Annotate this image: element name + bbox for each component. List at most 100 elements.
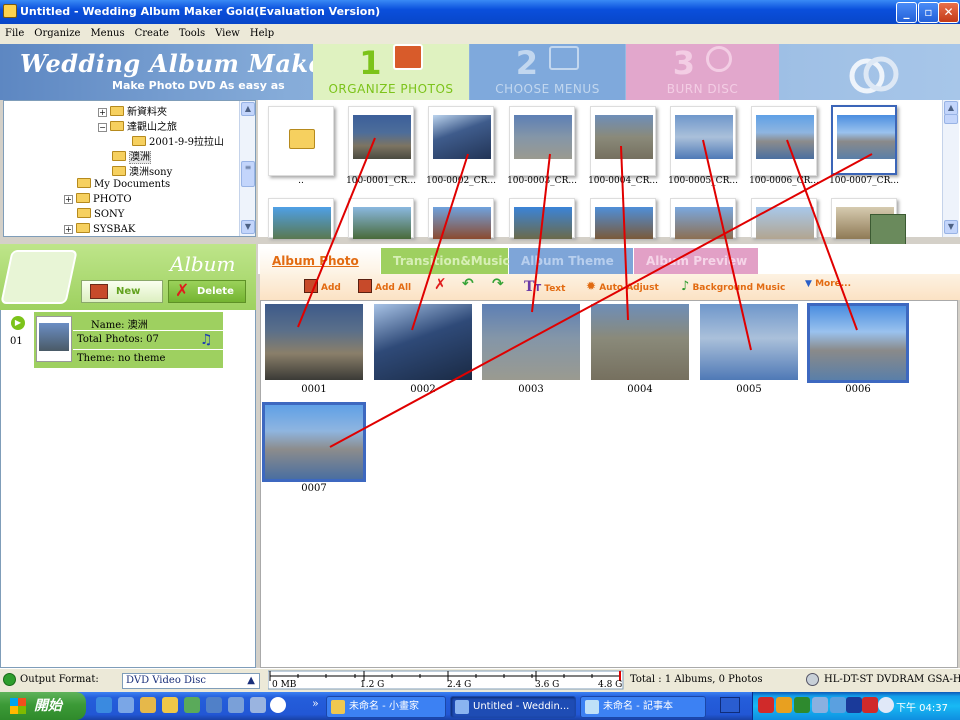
browser-thumb[interactable] [670, 198, 736, 239]
tab-album-theme[interactable]: Album Theme [509, 248, 633, 274]
tree-item[interactable]: SONY [77, 208, 124, 223]
scroll-thumb[interactable]: ≡ [241, 161, 255, 187]
album-photo[interactable] [265, 304, 363, 380]
close-button[interactable]: ✕ [938, 2, 959, 23]
browser-thumb[interactable] [670, 106, 736, 176]
browser-thumb[interactable] [509, 106, 575, 176]
play-icon[interactable]: ▶ [11, 316, 25, 330]
chevron-up-icon: ▲ [247, 675, 255, 686]
start-button[interactable]: 開始 [0, 692, 86, 720]
maximize-button[interactable]: ▫ [918, 2, 939, 23]
tab-transition-music[interactable]: Transition&Music [381, 248, 510, 274]
browser-thumb[interactable] [348, 198, 414, 239]
step-choose-menus[interactable]: 2 CHOOSE MENUS [470, 44, 625, 100]
button-label: Add All [375, 283, 412, 293]
background-music-button[interactable]: ♪ Background Music [681, 279, 785, 294]
tray-icon[interactable] [862, 697, 878, 713]
app-icon[interactable] [206, 697, 222, 713]
add-button[interactable]: Add [304, 279, 341, 293]
auto-adjust-button[interactable]: ✹ Auto Adjust [586, 279, 659, 293]
app-icon[interactable] [270, 697, 286, 713]
app-icon[interactable] [250, 697, 266, 713]
album-photo[interactable] [482, 304, 580, 380]
scroll-up-icon[interactable]: ▲ [241, 102, 255, 116]
tray-icon[interactable] [830, 697, 846, 713]
drive-name[interactable]: HL-DT-ST DVDRAM GSA-H [824, 674, 960, 685]
text-button[interactable]: TT Text [524, 279, 565, 295]
scroll-down-icon[interactable]: ▼ [944, 220, 958, 234]
explorer-icon[interactable] [162, 697, 178, 713]
task-paint[interactable]: 未命名 - 小畫家 [326, 696, 446, 718]
tree-item-selected[interactable]: 澳洲 [112, 148, 151, 164]
tree-item[interactable]: 澳洲sony [112, 163, 172, 178]
tab-album-photo[interactable]: Album Photo [260, 248, 380, 275]
album-entry[interactable]: Name: 澳洲 Total Photos: 07 Theme: no them… [34, 312, 223, 368]
tree-item[interactable]: + 新資料夾 [98, 103, 167, 118]
folder-icon [112, 166, 126, 176]
app-icon[interactable] [228, 697, 244, 713]
add-all-button[interactable]: Add All [358, 279, 411, 293]
delete-album-button[interactable]: ✗ Delete [168, 280, 246, 303]
browser-thumb[interactable] [348, 106, 414, 176]
photo-label: 0002 [410, 384, 436, 395]
volume-icon[interactable] [878, 697, 894, 713]
menu-menus[interactable]: Menus [85, 24, 129, 39]
menu-help[interactable]: Help [245, 24, 279, 39]
browser-thumb[interactable] [751, 198, 817, 239]
tree-item[interactable]: + SYSBAK [64, 223, 135, 236]
step-organize-photos[interactable]: 1 ORGANIZE PHOTOS [313, 44, 469, 100]
menu-tools[interactable]: Tools [174, 24, 210, 39]
desktop-icon[interactable] [118, 697, 134, 713]
step-burn-disc[interactable]: 3 BURN DISC [626, 44, 779, 100]
browser-thumb[interactable] [590, 198, 656, 239]
scroll-down-icon[interactable]: ▼ [241, 220, 255, 234]
tray-icon[interactable] [776, 697, 792, 713]
output-format-select[interactable]: DVD Video Disc ▲ [122, 673, 260, 689]
app-icon[interactable] [184, 697, 200, 713]
rotate-left-icon[interactable]: ↶ [462, 276, 474, 292]
scroll-thumb[interactable] [944, 114, 958, 124]
task-notepad[interactable]: 未命名 - 記事本 [580, 696, 706, 718]
menu-file[interactable]: File [0, 24, 29, 39]
album-photo-selected[interactable] [262, 402, 366, 482]
browser-thumb-selected[interactable] [831, 105, 897, 175]
browser-thumb[interactable] [590, 106, 656, 176]
more-button[interactable]: ▼ More... [805, 279, 851, 289]
scroll-up-icon[interactable]: ▲ [944, 101, 958, 115]
task-wedding-album[interactable]: Untitled - Weddin... [450, 696, 576, 718]
browser-thumb[interactable] [268, 198, 334, 239]
browser-thumb[interactable] [428, 106, 494, 176]
tray-icon[interactable] [846, 697, 862, 713]
tray-icon[interactable] [758, 697, 774, 713]
album-photo[interactable] [374, 304, 472, 380]
album-photo[interactable] [700, 304, 798, 380]
folder-up-thumb[interactable] [268, 106, 334, 176]
keyboard-icon[interactable] [720, 697, 740, 713]
menu-organize[interactable]: Organize [29, 24, 85, 39]
tree-item[interactable]: 2001-9-9拉拉山 [132, 133, 224, 148]
minimize-button[interactable]: _ [896, 2, 917, 23]
tree-scrollbar[interactable]: ▲ ≡ ▼ [239, 101, 255, 236]
tree-item[interactable]: + PHOTO [64, 193, 132, 208]
media-icon[interactable] [140, 697, 156, 713]
rotate-right-icon[interactable]: ↷ [492, 276, 504, 292]
album-photo-selected[interactable] [807, 303, 909, 383]
tray-icon[interactable] [812, 697, 828, 713]
tray-icon[interactable] [794, 697, 810, 713]
tree-item[interactable]: My Documents [77, 178, 170, 193]
browser-scrollbar[interactable]: ▲ ▼ [942, 100, 959, 237]
album-photo[interactable] [591, 304, 689, 380]
tab-album-preview[interactable]: Album Preview [634, 248, 758, 274]
ie-icon[interactable] [96, 697, 112, 713]
browser-thumb[interactable] [751, 106, 817, 176]
tree-item[interactable]: − 達觀山之旅 [98, 118, 177, 133]
app-tagline: Make Photo DVD As easy as [112, 79, 285, 92]
chevron-right-icon[interactable]: » [312, 697, 319, 710]
browser-thumb[interactable] [428, 198, 494, 239]
browser-thumb[interactable] [509, 198, 575, 239]
menu-create[interactable]: Create [130, 24, 174, 39]
folder-tree[interactable]: + 新資料夾 − 達觀山之旅 2001-9-9拉拉山 澳洲 澳洲sony My Do… [3, 100, 256, 237]
remove-icon[interactable]: ✗ [434, 275, 447, 293]
new-album-button[interactable]: New [81, 280, 163, 303]
menu-view[interactable]: View [210, 24, 245, 39]
